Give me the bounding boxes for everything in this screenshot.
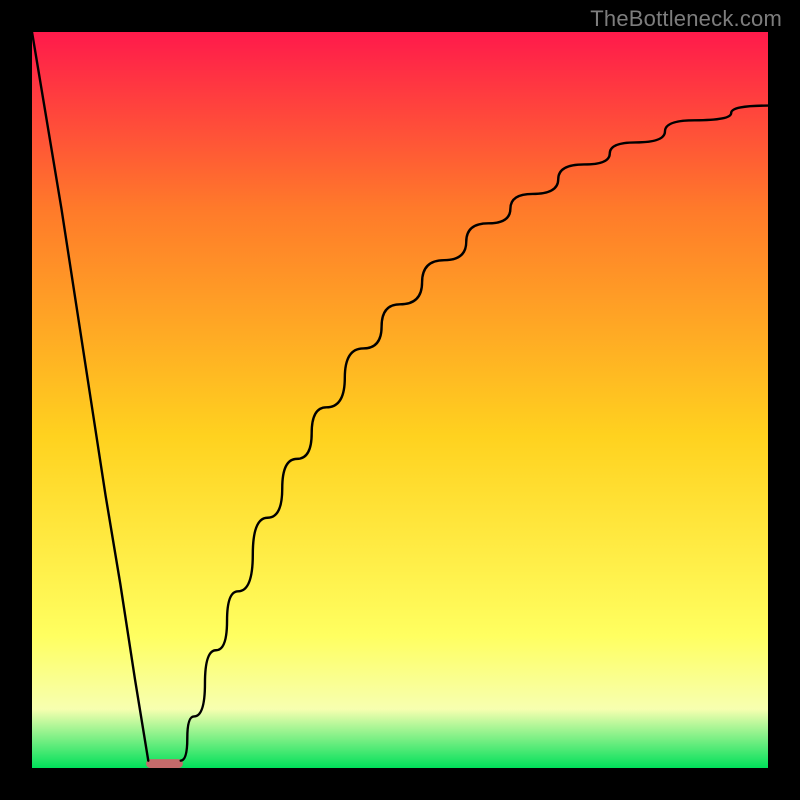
chart-svg [32,32,768,768]
plot-area [32,32,768,768]
watermark-label: TheBottleneck.com [590,6,782,32]
chart-frame: TheBottleneck.com [0,0,800,800]
